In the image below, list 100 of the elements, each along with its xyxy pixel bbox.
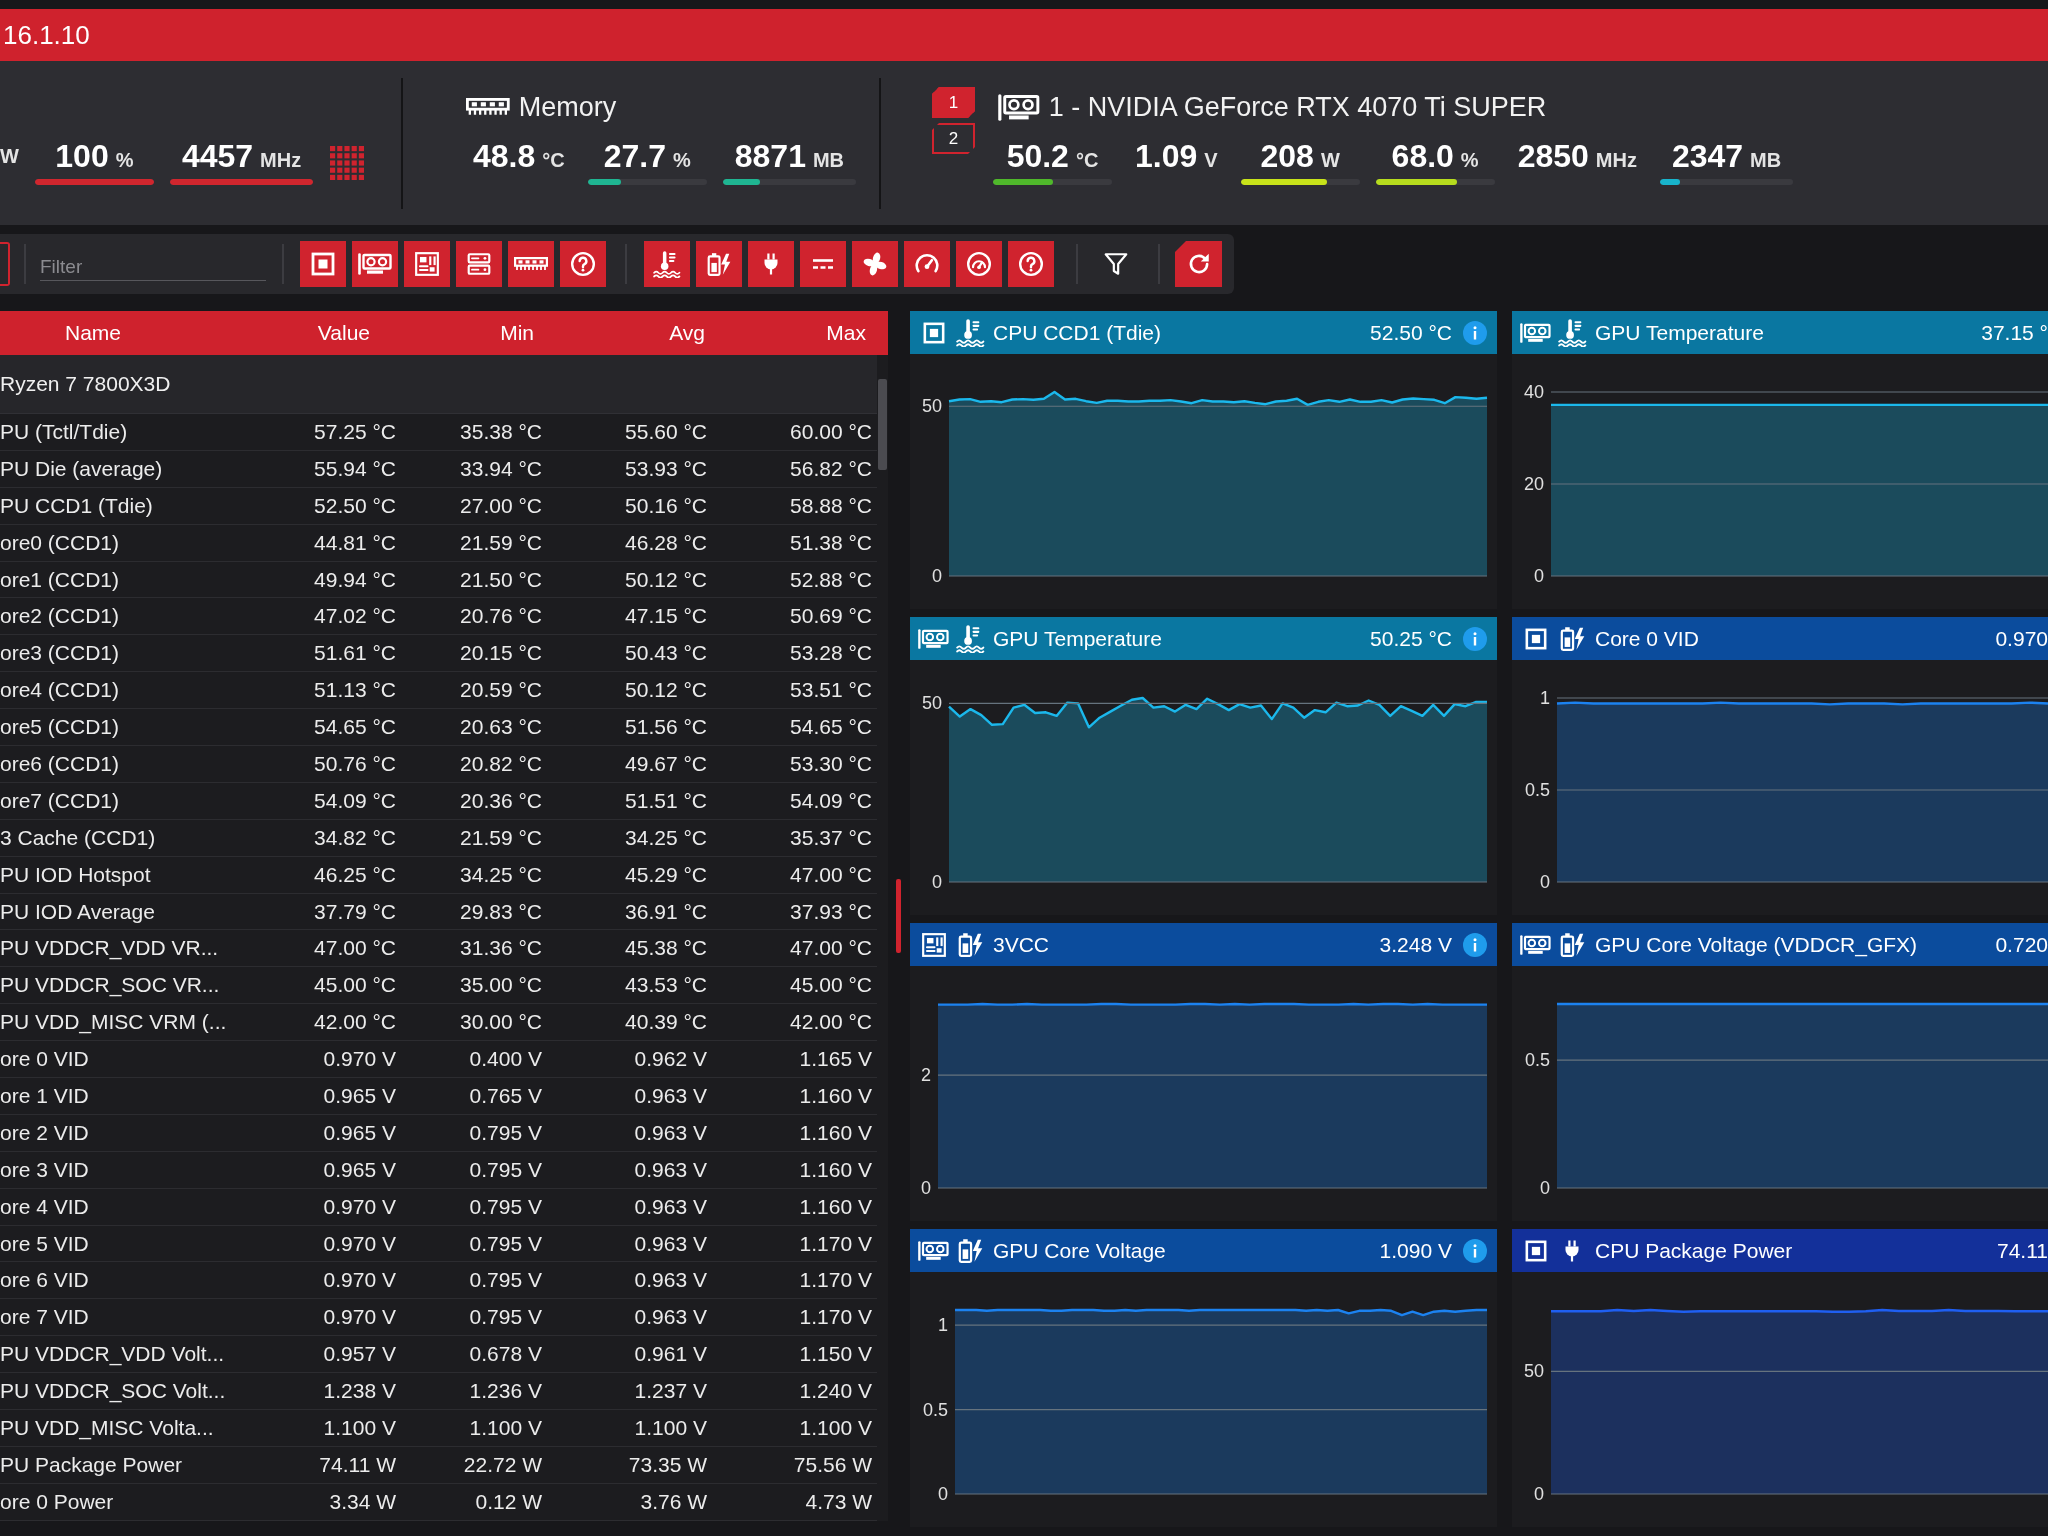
metric-unit: MB <box>1750 148 1782 173</box>
sensor-name: ore4 (CCD1) <box>0 678 121 703</box>
table-cell-text: 42.00 °C <box>789 1010 873 1035</box>
memory-stick-icon <box>466 98 510 116</box>
table-cell-text: 42.00 °C <box>313 1010 397 1035</box>
table-cell-text: 35.00 °C <box>459 973 543 998</box>
table-cell-text: 54.65 °C <box>313 715 397 740</box>
table-cell-text: 0.970 V <box>322 1268 397 1293</box>
table-cell-text: 20.76 °C <box>459 604 543 629</box>
info-icon[interactable] <box>1463 320 1487 345</box>
device-filter-button[interactable] <box>352 241 398 287</box>
table-cell-text: 0.970 V <box>322 1194 397 1219</box>
table-cell-text: 45.38 °C <box>624 936 708 961</box>
circuit-board-icon <box>414 251 440 277</box>
device-filter-button[interactable] <box>508 241 554 287</box>
table-cell-text: 20.82 °C <box>459 751 543 776</box>
splitter-handle[interactable] <box>896 879 901 953</box>
filter-input[interactable]: Filter <box>40 247 266 281</box>
device-group-header[interactable]: Ryzen 7 7800X3D <box>0 355 877 414</box>
table-cell-text: 1.100 V <box>633 1416 708 1440</box>
device-filter-button[interactable] <box>560 241 606 287</box>
sensor-filter-button[interactable] <box>748 241 794 287</box>
device-filter-button[interactable] <box>300 241 346 287</box>
table-cell-text: 53.51 °C <box>789 678 873 703</box>
outlined-button[interactable] <box>0 242 10 286</box>
table-cell-text: 55.94 °C <box>313 456 397 481</box>
table-cell-text: 21.59 °C <box>459 530 543 555</box>
table-cell-text: 1.160 V <box>798 1157 873 1182</box>
gpu-tab[interactable]: 2 <box>932 123 975 154</box>
column-header[interactable]: Max <box>717 321 888 345</box>
table-cell-text: 73.35 W <box>627 1452 708 1477</box>
dial-gauge-icon <box>966 251 992 277</box>
column-header[interactable]: Name <box>0 321 300 345</box>
column-header[interactable]: Value <box>300 321 406 345</box>
graphics-card-icon <box>998 93 1040 121</box>
table-cell-text: 47.02 °C <box>313 604 397 629</box>
column-header[interactable]: Min <box>406 321 552 345</box>
sensor-name: 3 Cache (CCD1) <box>0 825 157 850</box>
sensor-name: PU (Tctl/Tdie) <box>0 419 129 444</box>
table-cell-text: 0.965 V <box>322 1157 397 1182</box>
sensor-filter-button[interactable] <box>904 241 950 287</box>
sensor-name: ore 0 Power <box>0 1489 115 1514</box>
metric-unit: MB <box>812 148 845 173</box>
sensor-name: ore1 (CCD1) <box>0 567 121 592</box>
sensor-name: PU Die (average) <box>0 456 164 481</box>
gpu-tab[interactable]: 1 <box>932 87 975 118</box>
table-cell-text: 34.82 °C <box>313 825 397 850</box>
table-cell-text: 0.678 V <box>468 1342 543 1367</box>
battery-bolt-icon <box>1558 625 1586 652</box>
sensor-filter-button[interactable] <box>852 241 898 287</box>
sensor-filter-button[interactable] <box>800 241 846 287</box>
sensor-filter-button[interactable] <box>696 241 742 287</box>
sensor-name: ore3 (CCD1) <box>0 641 121 666</box>
chart-reading: 52.50 °C <box>1370 320 1452 345</box>
metric-value: 68.0 <box>1391 137 1454 176</box>
drive-stack-icon <box>466 251 492 277</box>
battery-bolt-icon <box>956 931 984 958</box>
table-cell-text: 1.240 V <box>798 1379 873 1404</box>
section-title: Memory <box>518 91 617 123</box>
table-cell-text: 1.238 V <box>322 1379 397 1404</box>
sensor-name: ore 7 VID <box>0 1305 90 1330</box>
scrollbar-thumb[interactable] <box>878 379 887 470</box>
device-filter-button[interactable] <box>456 241 502 287</box>
device-filter-button[interactable] <box>404 241 450 287</box>
info-icon[interactable] <box>1463 626 1487 651</box>
sensor-filter-button[interactable] <box>644 241 690 287</box>
table-cell-text: 20.36 °C <box>459 788 543 813</box>
nested-square-icon <box>311 252 335 276</box>
circuit-board-icon <box>920 931 947 958</box>
axis-tick-label: 1 <box>938 1315 948 1336</box>
chart-title: 3VCC <box>993 932 1051 957</box>
sensor-filter-button[interactable] <box>956 241 1002 287</box>
table-cell-text: 37.79 °C <box>313 899 397 924</box>
sensor-name: ore 6 VID <box>0 1268 90 1293</box>
axis-tick-label: 0 <box>1540 1178 1550 1198</box>
table-cell-text: 1.160 V <box>798 1083 873 1108</box>
reset-button[interactable] <box>1175 241 1222 287</box>
axis-tick-label: 0.5 <box>1524 1050 1550 1071</box>
axis-tick-label: 0 <box>932 566 942 586</box>
axis-tick-label: 0 <box>932 872 942 892</box>
chart-reading: 0.970 <box>1995 626 2048 651</box>
table-cell-text: 0.961 V <box>633 1342 708 1367</box>
info-icon[interactable] <box>1463 1238 1487 1263</box>
metric-unit: W <box>1320 148 1340 173</box>
sensor-filter-button[interactable] <box>1008 241 1054 287</box>
table-cell-text: 0.963 V <box>633 1157 708 1182</box>
table-cell-text: 52.88 °C <box>789 567 873 592</box>
column-header[interactable]: Avg <box>552 321 717 345</box>
metric-value: 2850 <box>1517 137 1589 176</box>
table-cell-text: 45.00 °C <box>789 973 873 998</box>
table-cell-text: 0.795 V <box>468 1194 543 1219</box>
thermometer-icon <box>653 250 681 278</box>
axis-tick-label: 0.5 <box>1524 780 1550 800</box>
table-cell-text: 50.12 °C <box>624 567 708 592</box>
nested-square-icon <box>922 321 945 344</box>
thermometer-icon <box>955 624 985 653</box>
graphics-card-icon <box>1520 322 1551 343</box>
info-icon[interactable] <box>1463 932 1487 957</box>
table-cell-text: 40.39 °C <box>624 1010 708 1035</box>
table-cell-text: 20.15 °C <box>459 641 543 666</box>
